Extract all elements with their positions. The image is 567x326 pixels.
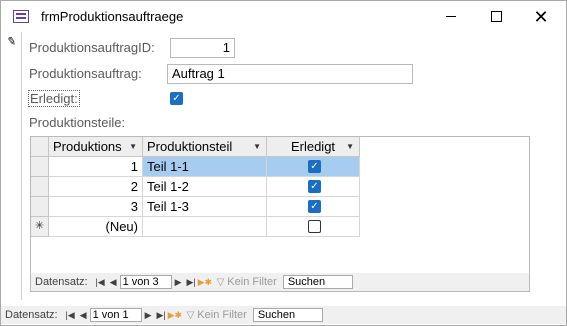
record-nav-label: Datensatz: xyxy=(5,309,58,321)
chevron-down-icon[interactable]: ▼ xyxy=(346,137,354,156)
column-header-erledigt[interactable]: Erledigt ▼ xyxy=(267,137,360,157)
form-icon xyxy=(13,10,29,23)
table-cell-id[interactable]: 1 xyxy=(49,157,143,177)
done-checkbox[interactable]: ✓ xyxy=(170,92,183,105)
funnel-icon: ▽ xyxy=(186,309,195,321)
chevron-down-icon[interactable]: ▼ xyxy=(129,137,137,156)
name-label: Produktionsauftrag: xyxy=(29,66,142,81)
filter-indicator[interactable]: ▽ Kein Filter xyxy=(217,276,277,288)
table-cell-id[interactable]: 2 xyxy=(49,177,143,197)
last-record-icon[interactable]: ▶| xyxy=(155,310,168,321)
previous-record-icon[interactable]: ◀ xyxy=(77,310,90,321)
close-button[interactable]: ✕ xyxy=(518,1,564,32)
record-position-field[interactable]: 1 von 3 xyxy=(119,275,172,289)
previous-record-icon[interactable]: ◀ xyxy=(107,277,120,288)
filter-indicator[interactable]: ▽ Kein Filter xyxy=(187,309,247,321)
new-row-label[interactable]: (Neu) xyxy=(49,217,143,237)
record-navigation: Datensatz: |◀ ◀ 1 von 1 ▶ ▶| ▶✱ ▽ Kein Fi… xyxy=(1,306,566,324)
minimize-icon xyxy=(446,16,456,17)
column-header-produktionsteil[interactable]: Produktionsteil ▼ xyxy=(143,137,267,157)
done-label: Erledigt: xyxy=(28,90,80,107)
title-bar: frmProduktionsauftraege ✕ xyxy=(1,1,566,32)
table-cell-name[interactable] xyxy=(143,217,267,237)
form-window: frmProduktionsauftraege ✕ ✎ Produktionsa… xyxy=(0,0,567,326)
checkbox[interactable]: ✓ xyxy=(308,200,321,213)
checkbox[interactable]: ✓ xyxy=(308,160,321,173)
parts-label: Produktionsteile: xyxy=(29,115,126,130)
checkbox[interactable]: ✓ xyxy=(308,180,321,193)
window-title: frmProduktionsauftraege xyxy=(41,9,184,24)
select-all-corner[interactable] xyxy=(31,137,49,157)
table-cell-done[interactable]: ✓ xyxy=(267,177,360,197)
next-record-icon[interactable]: ▶ xyxy=(142,310,155,321)
record-nav-label: Datensatz: xyxy=(35,276,88,288)
new-row-marker[interactable]: ✳ xyxy=(31,217,49,237)
row-selector[interactable] xyxy=(31,197,49,217)
new-record-icon[interactable]: ▶✱ xyxy=(168,310,182,321)
record-position-field[interactable]: 1 von 1 xyxy=(89,308,142,322)
row-selector[interactable] xyxy=(31,157,49,177)
id-field[interactable]: 1 xyxy=(170,38,235,58)
id-label: ProduktionsauftragID: xyxy=(29,40,155,55)
row-selector[interactable] xyxy=(31,177,49,197)
first-record-icon[interactable]: |◀ xyxy=(64,310,77,321)
table-cell-name[interactable]: Teil 1-3 xyxy=(143,197,267,217)
table-cell-id[interactable]: 3 xyxy=(49,197,143,217)
table-cell-done[interactable]: ✓ xyxy=(267,157,360,177)
first-record-icon[interactable]: |◀ xyxy=(94,277,107,288)
filter-label: Kein Filter xyxy=(227,276,277,288)
chevron-down-icon[interactable]: ▼ xyxy=(253,137,261,156)
record-selector[interactable]: ✎ xyxy=(1,32,22,300)
column-header-label: Produktions xyxy=(53,139,122,154)
table-cell-name[interactable]: Teil 1-2 xyxy=(143,177,267,197)
minimize-button[interactable] xyxy=(428,1,474,32)
maximize-button[interactable] xyxy=(473,1,519,32)
search-input[interactable]: Suchen xyxy=(252,308,323,322)
search-input[interactable]: Suchen xyxy=(282,275,353,289)
filter-label: Kein Filter xyxy=(197,309,247,321)
parts-subform: Produktions ▼ Produktionsteil ▼ Erledigt… xyxy=(30,136,530,292)
new-record-icon[interactable]: ▶✱ xyxy=(198,277,212,288)
subform-record-navigation: Datensatz: |◀ ◀ 1 von 3 ▶ ▶| ▶✱ ▽ Kein Fi… xyxy=(31,273,529,291)
check-icon: ✓ xyxy=(172,93,181,104)
table-cell-done[interactable] xyxy=(267,217,360,237)
column-header-label: Produktionsteil xyxy=(147,139,233,154)
next-record-icon[interactable]: ▶ xyxy=(172,277,185,288)
close-icon: ✕ xyxy=(533,6,549,27)
name-field[interactable]: Auftrag 1 xyxy=(167,64,413,84)
pencil-icon: ✎ xyxy=(5,35,18,49)
column-header-produktions[interactable]: Produktions ▼ xyxy=(49,137,143,157)
maximize-icon xyxy=(490,11,502,22)
table-cell-done[interactable]: ✓ xyxy=(267,197,360,217)
table-cell-name[interactable]: Teil 1-1 xyxy=(143,157,267,177)
checkbox[interactable] xyxy=(308,220,321,233)
column-header-label: Erledigt xyxy=(290,139,336,154)
funnel-icon: ▽ xyxy=(216,276,225,288)
last-record-icon[interactable]: ▶| xyxy=(185,277,198,288)
